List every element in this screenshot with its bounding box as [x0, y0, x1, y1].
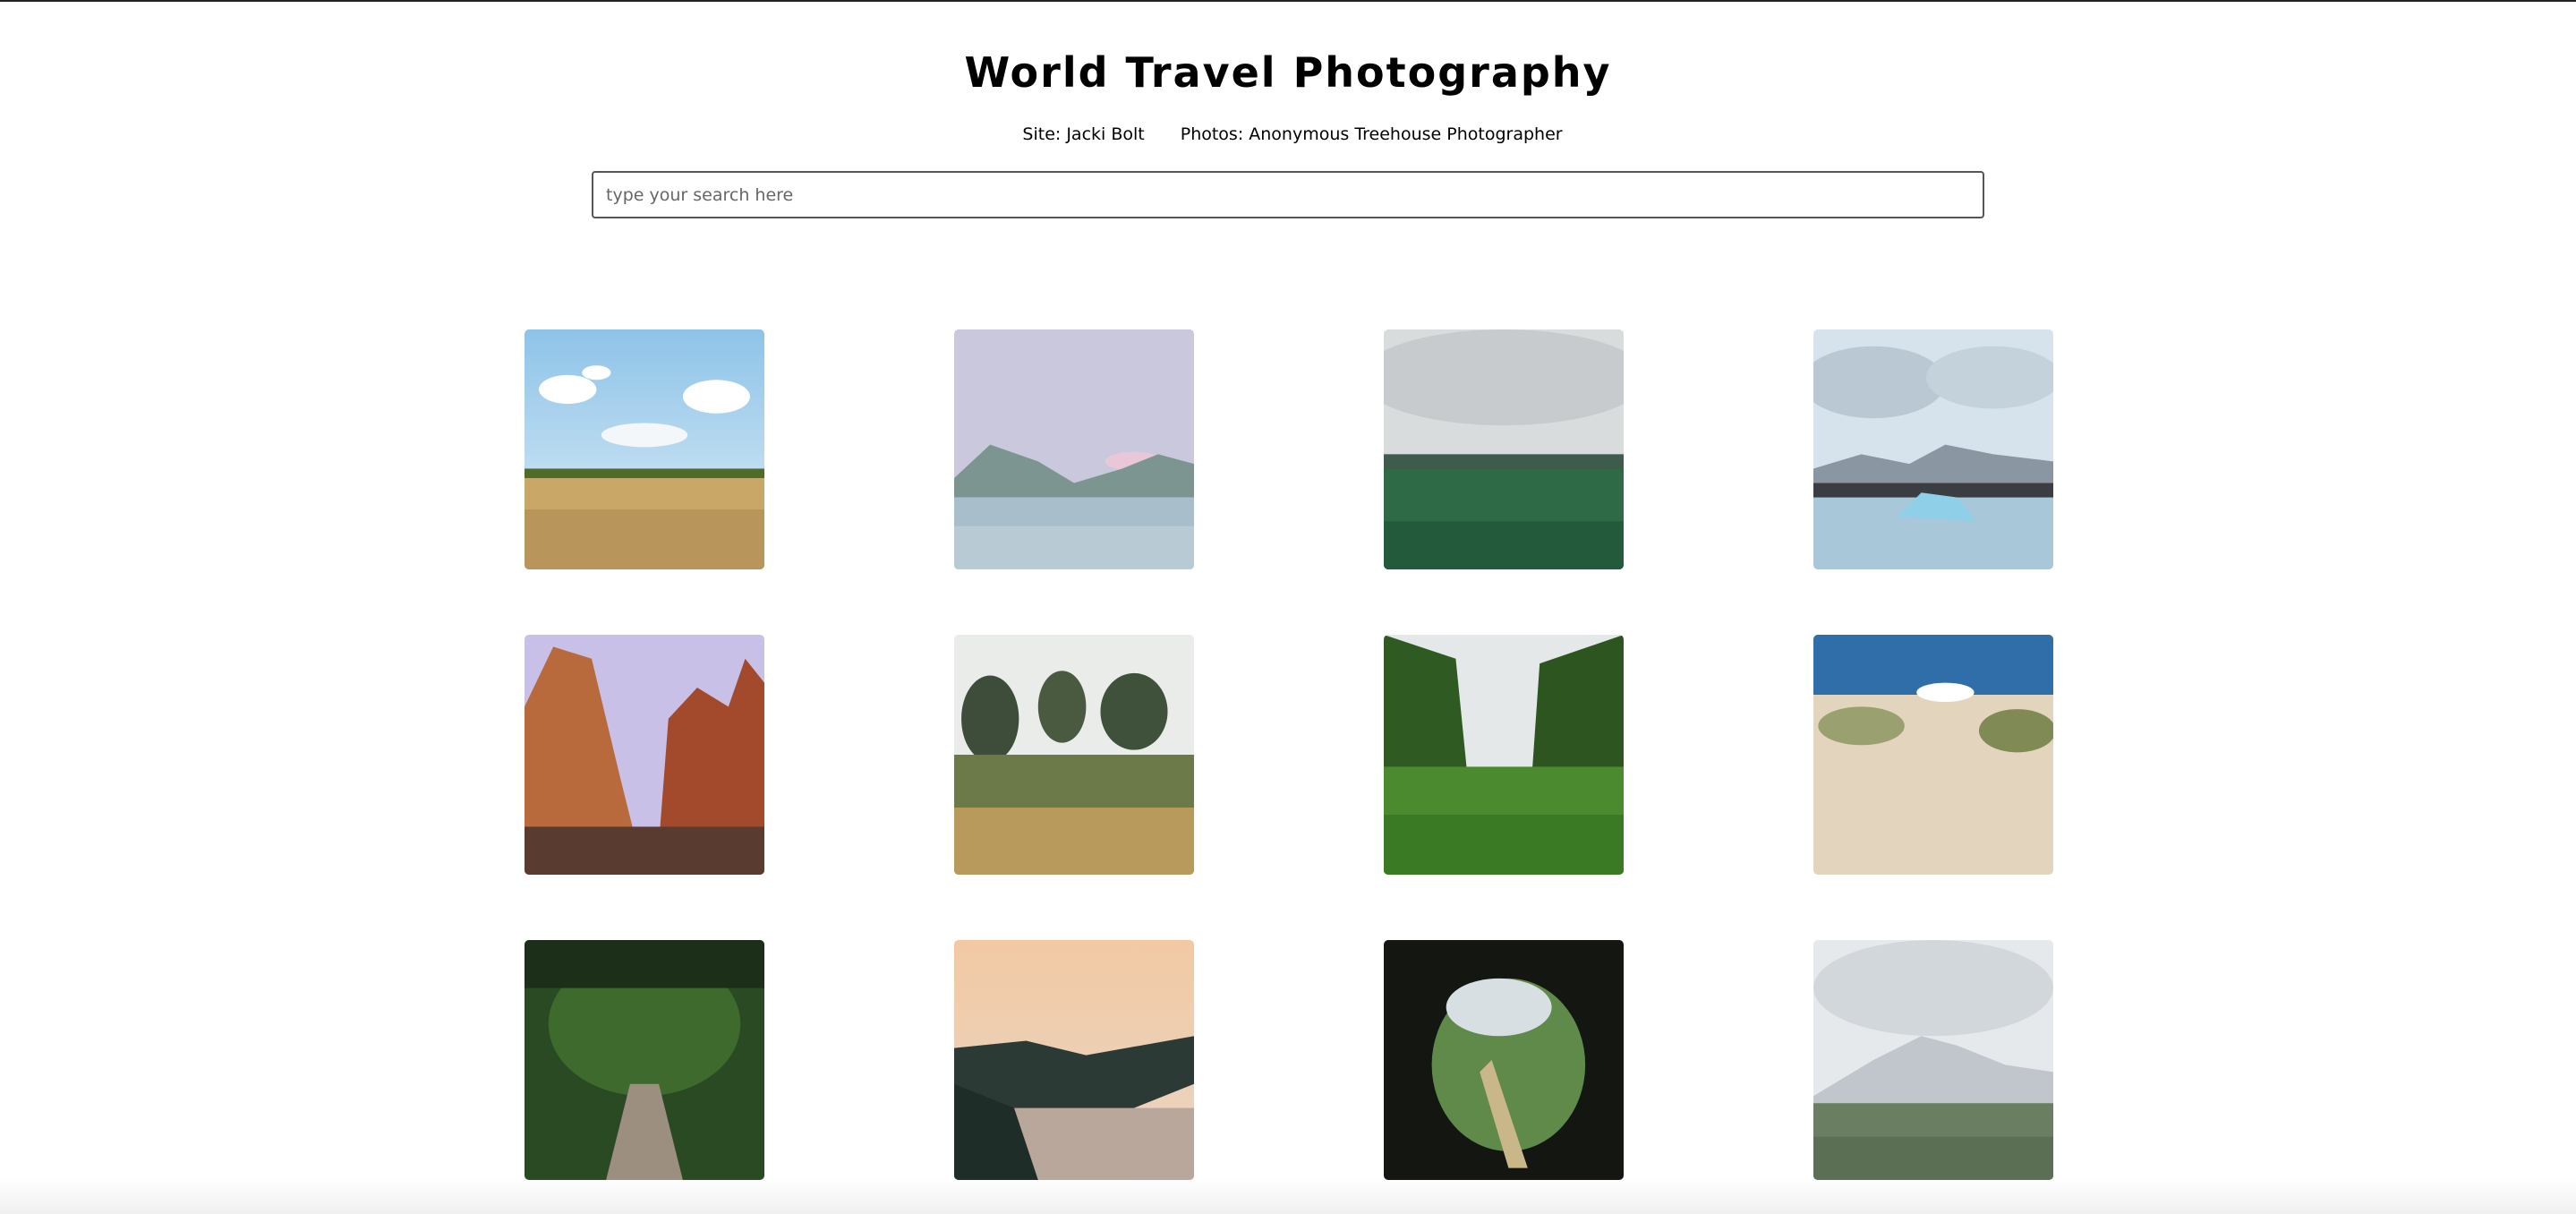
page-title: World Travel Photography — [964, 48, 1612, 97]
search-container — [0, 171, 2576, 218]
gallery-photo-4[interactable] — [1813, 329, 2053, 569]
gallery-photo-11[interactable] — [1384, 940, 1624, 1180]
gallery-photo-12[interactable] — [1813, 940, 2053, 1180]
gallery-photo-7[interactable] — [1384, 635, 1624, 875]
page-header: World Travel Photography Site: Jacki Bol… — [0, 47, 2576, 218]
credits-line: Site: Jacki Bolt Photos: Anonymous Treeh… — [0, 123, 2576, 146]
gallery-photo-9[interactable] — [525, 940, 764, 1180]
search-input[interactable] — [592, 171, 1984, 218]
photo-credit: Photos: Anonymous Treehouse Photographer — [1180, 124, 1563, 144]
photo-gallery — [525, 329, 2055, 1180]
gallery-photo-3[interactable] — [1384, 329, 1624, 569]
gallery-photo-2[interactable] — [954, 329, 1194, 569]
bottom-shadow — [0, 1178, 2576, 1214]
site-credit: Site: Jacki Bolt — [1022, 124, 1145, 144]
gallery-photo-10[interactable] — [954, 940, 1194, 1180]
gallery-photo-5[interactable] — [525, 635, 764, 875]
gallery-photo-8[interactable] — [1813, 635, 2053, 875]
gallery-photo-6[interactable] — [954, 635, 1194, 875]
gallery-photo-1[interactable] — [525, 329, 764, 569]
